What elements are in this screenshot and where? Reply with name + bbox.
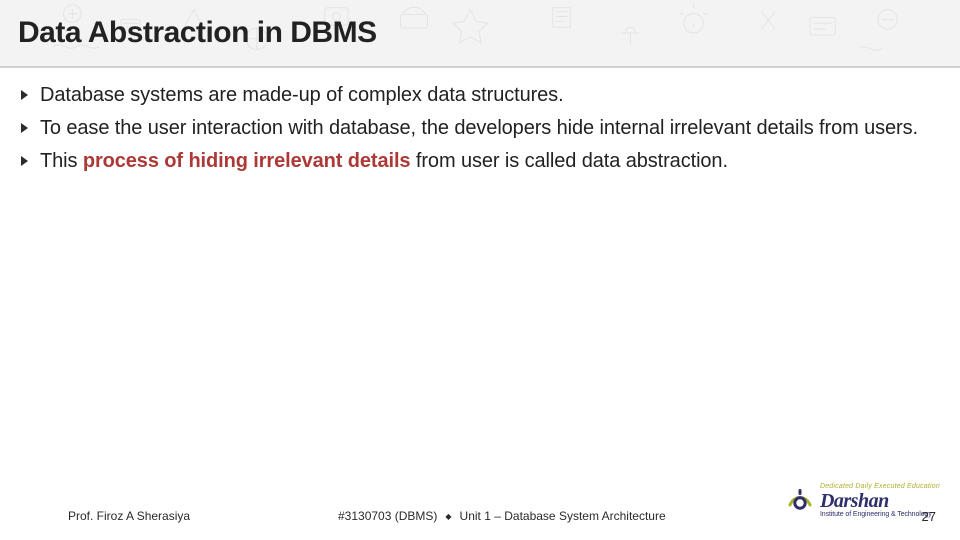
bullet-text: Database systems are made-up of complex … [40,82,940,109]
bullet-text: To ease the user interaction with databa… [40,115,940,142]
footer-author: Prof. Firoz A Sherasiya [68,509,338,523]
bullet-text-pre: Database systems are made-up of complex … [40,84,564,106]
footer-center: #3130703 (DBMS) ◆ Unit 1 – Database Syst… [338,509,666,523]
logo-tagline: Dedicated Daily Executed Education [820,483,940,490]
bullet-marker-icon [20,155,32,167]
bullet-text: This process of hiding irrelevant detail… [40,148,940,175]
slide-body: Database systems are made-up of complex … [0,68,960,500]
diamond-separator-icon: ◆ [445,512,451,521]
slide-footer: Prof. Firoz A Sherasiya #3130703 (DBMS) … [0,500,960,540]
footer-course: #3130703 (DBMS) [338,509,437,523]
bullet-item: To ease the user interaction with databa… [16,115,940,142]
bullet-item: This process of hiding irrelevant detail… [16,148,940,175]
slide-header: Data Abstraction in DBMS [0,0,960,68]
footer-page-number: 27 [906,509,936,524]
bullet-marker-icon [20,89,32,101]
bullet-item: Database systems are made-up of complex … [16,82,940,109]
slide: Data Abstraction in DBMS Database system… [0,0,960,540]
bullet-text-highlight: process of hiding irrelevant details [83,150,411,172]
footer-unit: Unit 1 – Database System Architecture [460,509,666,523]
bullet-text-pre: This [40,150,83,172]
slide-title: Data Abstraction in DBMS [18,16,377,50]
bullet-marker-icon [20,122,32,134]
bullet-text-pre: To ease the user interaction with databa… [40,117,918,139]
bullet-text-post: from user is called data abstraction. [410,150,727,172]
